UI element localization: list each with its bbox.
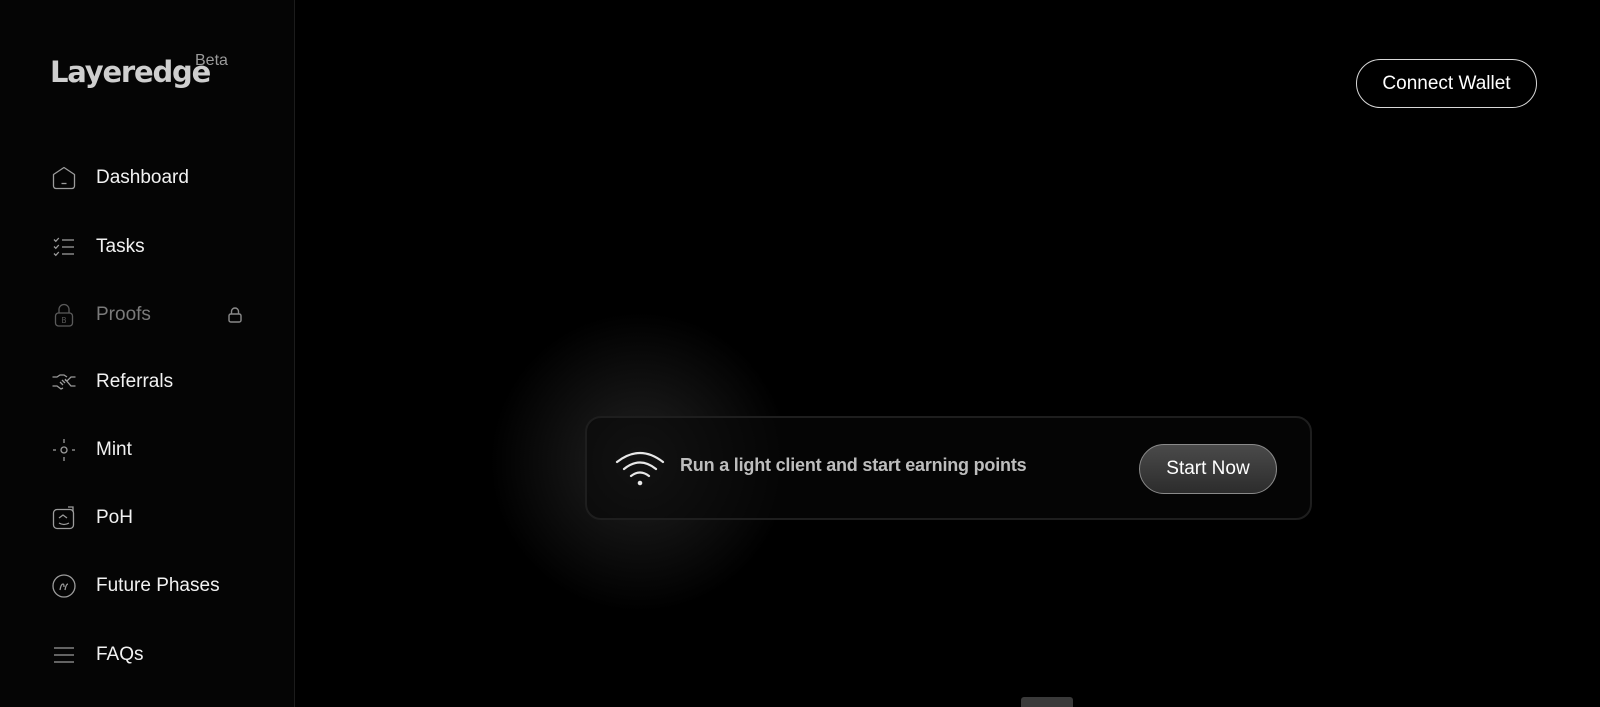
checklist-icon	[50, 233, 78, 261]
logo-wordmark: Layeredge	[50, 55, 211, 89]
sidebar-item-mint[interactable]: Mint	[50, 432, 260, 468]
connect-wallet-button[interactable]: Connect Wallet	[1356, 59, 1537, 108]
sidebar-item-label: Mint	[96, 439, 132, 460]
sidebar-item-label: Future Phases	[96, 575, 220, 596]
app-root: Layeredge Beta Dashboard Tasks B Proofs …	[0, 0, 1600, 707]
sidebar-item-dashboard[interactable]: Dashboard	[50, 160, 260, 196]
sidebar-item-tasks[interactable]: Tasks	[50, 229, 260, 265]
sidebar-item-label: FAQs	[96, 644, 144, 665]
sidebar-item-poh[interactable]: PoH	[50, 500, 260, 536]
lock-bitcoin-icon: B	[50, 301, 78, 329]
sidebar-item-proofs[interactable]: B Proofs	[50, 297, 260, 333]
sidebar-item-label: Referrals	[96, 371, 174, 392]
home-pentagon-icon	[50, 164, 78, 192]
sidebar-item-label: Proofs	[96, 304, 151, 325]
sidebar-item-label: Tasks	[96, 236, 145, 257]
main-content: Connect Wallet Run a light client and st…	[295, 0, 1600, 707]
lock-icon	[226, 306, 244, 324]
beta-badge: Beta	[195, 52, 228, 69]
sidebar-item-referrals[interactable]: Referrals	[50, 364, 260, 400]
menu-lines-icon	[50, 641, 78, 669]
handshake-icon	[50, 368, 78, 396]
rising-coin-icon	[50, 572, 78, 600]
svg-text:B: B	[61, 316, 66, 325]
sidebar-item-faqs[interactable]: FAQs	[50, 637, 260, 673]
sidebar-item-future-phases[interactable]: Future Phases	[50, 568, 260, 604]
light-client-banner: Run a light client and start earning poi…	[585, 416, 1312, 520]
start-now-button[interactable]: Start Now	[1139, 444, 1277, 494]
sidebar: Layeredge Beta Dashboard Tasks B Proofs …	[0, 0, 295, 707]
face-scan-icon	[50, 504, 78, 532]
bottom-handle[interactable]	[1021, 697, 1073, 707]
sidebar-item-label: PoH	[96, 507, 133, 528]
sidebar-item-label: Dashboard	[96, 167, 189, 188]
wifi-icon	[614, 450, 666, 490]
banner-text: Run a light client and start earning poi…	[680, 455, 1027, 475]
crosshair-icon	[50, 436, 78, 464]
brand-logo[interactable]: Layeredge Beta	[50, 52, 228, 89]
